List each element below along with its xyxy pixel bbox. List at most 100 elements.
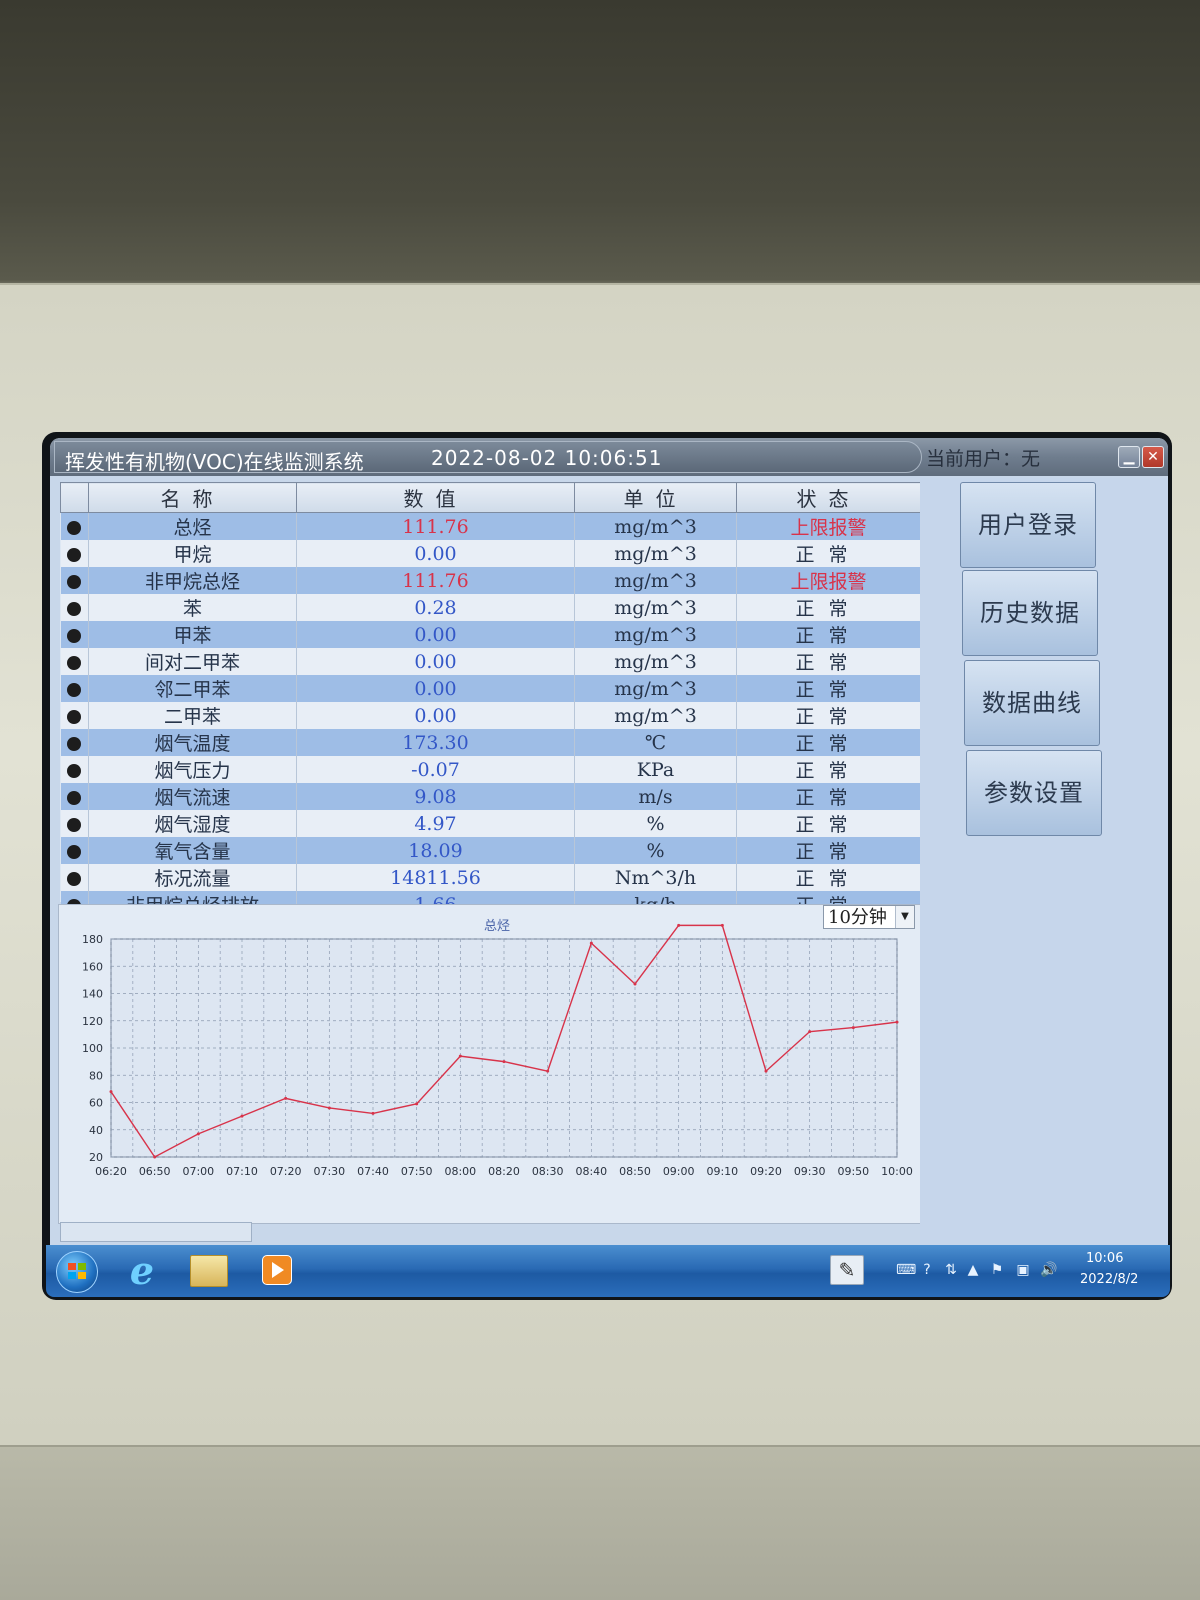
data-point	[851, 1026, 855, 1030]
cell-status: 正常	[736, 729, 921, 756]
x-tick-label: 08:30	[532, 1165, 564, 1178]
cell-name: 烟气湿度	[88, 810, 297, 837]
table-row[interactable]: 甲烷 0.00 mg/m^3 正常	[60, 540, 921, 567]
current-user-label: 当前用户：无	[926, 448, 1041, 470]
y-tick-label: 160	[82, 960, 103, 973]
x-tick-label: 10:00	[881, 1165, 913, 1178]
minimize-icon: ▁	[1123, 449, 1135, 465]
folder-icon[interactable]	[190, 1255, 228, 1287]
header-value: 数值	[296, 482, 575, 513]
row-indicator-cell	[60, 837, 89, 864]
cell-unit: mg/m^3	[574, 594, 737, 621]
cell-unit: KPa	[574, 756, 737, 783]
data-point	[677, 923, 681, 927]
x-tick-label: 09:50	[837, 1165, 869, 1178]
row-indicator-cell	[60, 567, 89, 594]
table-row[interactable]: 烟气温度 173.30 ℃ 正常	[60, 729, 921, 756]
cell-unit: %	[574, 810, 737, 837]
ie-icon[interactable]: e	[122, 1251, 162, 1291]
status-dot-icon	[67, 682, 82, 697]
table-row[interactable]: 烟气流速 9.08 m/s 正常	[60, 783, 921, 810]
cell-status: 正常	[736, 594, 921, 621]
y-tick-label: 40	[89, 1124, 103, 1137]
table-row[interactable]: 氧气含量 18.09% 正常	[60, 837, 921, 864]
minimize-button[interactable]: ▁	[1118, 446, 1140, 468]
cell-name: 甲苯	[88, 621, 297, 648]
taskbar: e ✎ ⌨ ? ⇅ ▲ ⚑ ▣ 🔊 10:06 2022/8/2	[46, 1245, 1170, 1297]
cell-name: 烟气流速	[88, 783, 297, 810]
table-row[interactable]: 间对二甲苯 0.00 mg/m^3 正常	[60, 648, 921, 675]
table-row[interactable]: 烟气湿度 4.97% 正常	[60, 810, 921, 837]
row-indicator-cell	[60, 540, 89, 567]
cell-value: 173.30	[296, 729, 575, 756]
data-curve-button[interactable]: 数据曲线	[964, 660, 1100, 746]
flag-icon[interactable]: ⚑	[988, 1261, 1006, 1279]
cell-name: 间对二甲苯	[88, 648, 297, 675]
help-icon[interactable]: ?	[918, 1261, 936, 1279]
title-panel: 挥发性有机物(VOC)在线监测系统 2022-08-02 10:06:51	[54, 441, 922, 474]
table-row[interactable]: 苯 0.28 mg/m^3 正常	[60, 594, 921, 621]
row-indicator-cell	[60, 702, 89, 729]
clock-time[interactable]: 10:06	[1086, 1251, 1123, 1266]
row-indicator-cell	[60, 675, 89, 702]
status-dot-icon	[67, 736, 82, 751]
status-dot-icon	[67, 655, 82, 670]
table-row[interactable]: 标况流量 14811.56 Nm^3/h 正常	[60, 864, 921, 891]
cell-unit: mg/m^3	[574, 512, 737, 540]
user-login-button[interactable]: 用户登录	[960, 482, 1096, 568]
cell-value: 0.00	[296, 648, 575, 675]
cell-value: 14811.56	[296, 864, 575, 891]
up-arrow-icon[interactable]: ▲	[964, 1261, 982, 1279]
data-point	[764, 1069, 768, 1073]
cell-unit: Nm^3/h	[574, 864, 737, 891]
header-status: 状态	[736, 482, 921, 513]
y-tick-label: 60	[89, 1097, 103, 1110]
volume-icon[interactable]: 🔊	[1040, 1261, 1058, 1279]
cell-name: 苯	[88, 594, 297, 621]
data-point	[196, 1132, 200, 1136]
cell-unit: ℃	[574, 729, 737, 756]
header-indicator	[60, 482, 89, 513]
cell-value: 9.08	[296, 783, 575, 810]
pen-input-icon[interactable]: ✎	[830, 1255, 864, 1285]
data-point	[808, 1030, 812, 1034]
x-tick-label: 09:30	[794, 1165, 826, 1178]
cell-value: 111.76	[296, 567, 575, 594]
table-row[interactable]: 邻二甲苯 0.00 mg/m^3 正常	[60, 675, 921, 702]
clock-date[interactable]: 2022/8/2	[1080, 1272, 1138, 1287]
data-point	[546, 1069, 550, 1073]
table-row[interactable]: 非甲烷总烃 111.76 mg/m^3 上限报警	[60, 567, 921, 594]
trend-chart: 20 40 60 80 100 120 140 160 180 06:20 06:50 07:00 07…	[82, 923, 913, 1178]
x-tick-label: 08:20	[488, 1165, 520, 1178]
keyboard-icon[interactable]: ⌨	[896, 1261, 916, 1279]
data-point	[633, 982, 637, 986]
cell-status: 正常	[736, 810, 921, 837]
security-icon[interactable]: ▣	[1014, 1261, 1032, 1279]
current-datetime: 2022-08-02 10:06:51	[431, 446, 663, 470]
cell-unit: mg/m^3	[574, 702, 737, 729]
measurement-table: 名称 数值 单位 状态 总烃 111.76 mg/m^3 上限报警 甲烷 0.00 mg/m…	[60, 482, 921, 964]
cell-unit: mg/m^3	[574, 540, 737, 567]
status-dot-icon	[67, 547, 82, 562]
row-indicator-cell	[60, 864, 89, 891]
media-player-icon[interactable]	[262, 1255, 292, 1285]
row-indicator-cell	[60, 756, 89, 783]
cell-unit: mg/m^3	[574, 675, 737, 702]
table-row[interactable]: 甲苯 0.00 mg/m^3 正常	[60, 621, 921, 648]
cell-name: 烟气温度	[88, 729, 297, 756]
network-icon[interactable]: ⇅	[942, 1261, 960, 1279]
cell-status: 正常	[736, 540, 921, 567]
cell-unit: mg/m^3	[574, 621, 737, 648]
parameter-settings-button[interactable]: 参数设置	[966, 750, 1102, 836]
x-tick-label: 07:40	[357, 1165, 389, 1178]
history-data-button[interactable]: 历史数据	[962, 570, 1098, 656]
table-row[interactable]: 二甲苯 0.00 mg/m^3 正常	[60, 702, 921, 729]
cell-unit: mg/m^3	[574, 567, 737, 594]
start-button[interactable]	[56, 1251, 98, 1293]
status-dot-icon	[67, 871, 82, 886]
cell-status: 正常	[736, 621, 921, 648]
table-row[interactable]: 烟气压力 -0.07 KPa 正常	[60, 756, 921, 783]
close-button[interactable]: ✕	[1142, 446, 1164, 468]
windows-logo-icon	[68, 1263, 86, 1279]
table-row[interactable]: 总烃 111.76 mg/m^3 上限报警	[60, 512, 921, 540]
